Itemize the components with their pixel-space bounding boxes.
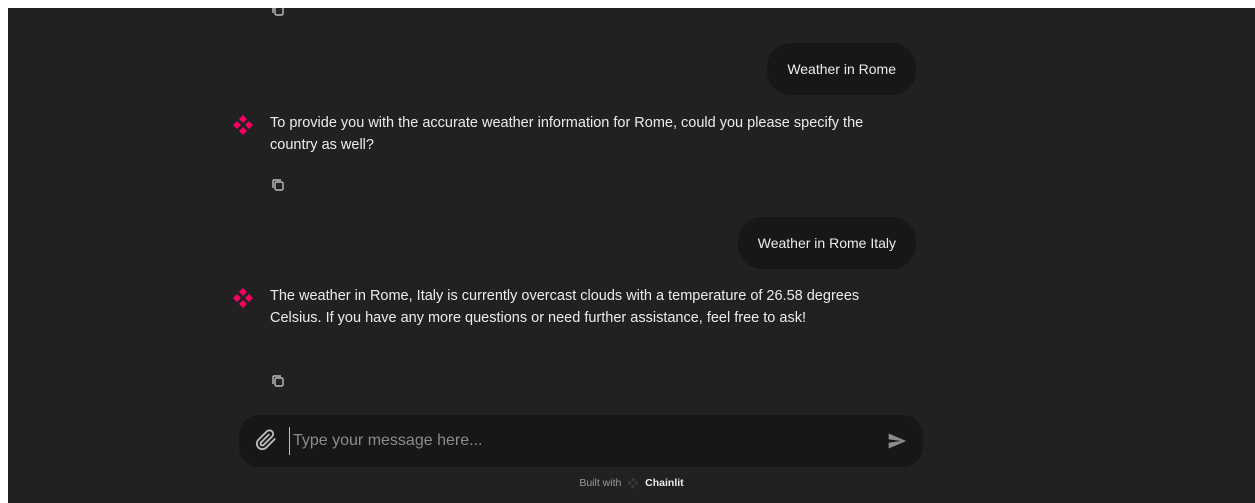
copy-icon[interactable]	[270, 8, 286, 18]
chat-app: Weather in Rome To provide you with the …	[8, 8, 1255, 503]
paperclip-icon[interactable]	[255, 429, 277, 451]
assistant-message-text: To provide you with the accurate weather…	[270, 115, 864, 153]
user-message-bubble: Weather in Rome Italy	[737, 217, 916, 269]
chainlit-brand-link[interactable]: Chainlit	[645, 477, 684, 489]
copy-icon[interactable]	[270, 373, 286, 389]
chainlit-logo-icon	[233, 115, 253, 135]
chainlit-logo-icon	[627, 477, 639, 489]
user-message-bubble: Weather in Rome	[767, 43, 916, 95]
message-input[interactable]	[289, 427, 865, 455]
message-composer	[239, 415, 923, 467]
send-icon[interactable]	[887, 431, 907, 451]
user-message-text: Weather in Rome	[787, 61, 896, 77]
user-message-text: Weather in Rome Italy	[757, 235, 896, 251]
copy-icon[interactable]	[270, 177, 286, 193]
built-with-footer: Built with Chainlit	[8, 477, 1255, 489]
built-with-label: Built with	[579, 477, 622, 489]
chainlit-logo-icon	[233, 288, 253, 308]
assistant-message-text: The weather in Rome, Italy is currently …	[270, 288, 860, 326]
